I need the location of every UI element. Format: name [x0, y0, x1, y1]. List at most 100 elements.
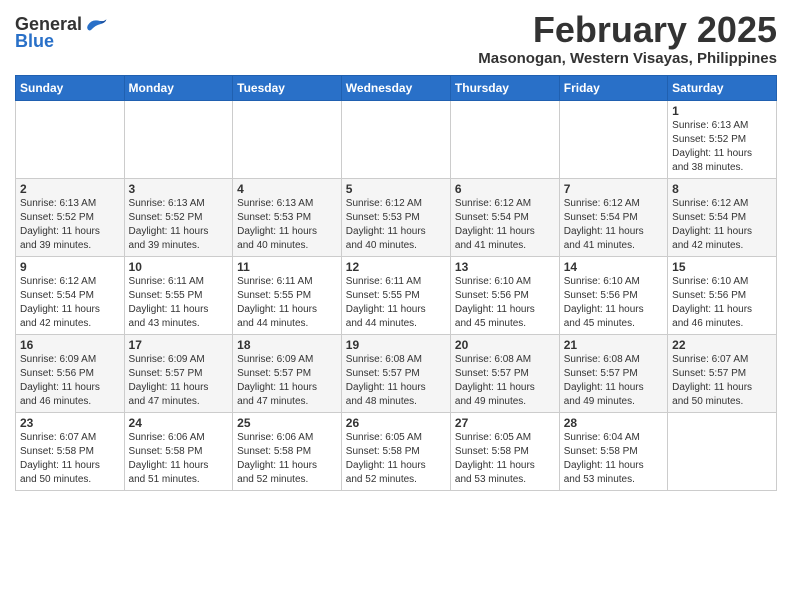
weekday-header-wednesday: Wednesday — [341, 75, 450, 100]
calendar-header-row: SundayMondayTuesdayWednesdayThursdayFrid… — [16, 75, 777, 100]
day-number: 28 — [564, 416, 663, 430]
calendar-cell: 9Sunrise: 6:12 AM Sunset: 5:54 PM Daylig… — [16, 256, 125, 334]
title-section: February 2025 Masonogan, Western Visayas… — [478, 10, 777, 67]
day-info: Sunrise: 6:12 AM Sunset: 5:54 PM Dayligh… — [455, 197, 555, 253]
day-info: Sunrise: 6:08 AM Sunset: 5:57 PM Dayligh… — [346, 353, 446, 409]
day-info: Sunrise: 6:07 AM Sunset: 5:57 PM Dayligh… — [672, 353, 772, 409]
page-subtitle: Masonogan, Western Visayas, Philippines — [478, 50, 777, 67]
day-info: Sunrise: 6:10 AM Sunset: 5:56 PM Dayligh… — [672, 275, 772, 331]
calendar-cell: 26Sunrise: 6:05 AM Sunset: 5:58 PM Dayli… — [341, 412, 450, 490]
calendar-cell: 12Sunrise: 6:11 AM Sunset: 5:55 PM Dayli… — [341, 256, 450, 334]
day-info: Sunrise: 6:12 AM Sunset: 5:54 PM Dayligh… — [672, 197, 772, 253]
day-info: Sunrise: 6:11 AM Sunset: 5:55 PM Dayligh… — [129, 275, 229, 331]
day-info: Sunrise: 6:12 AM Sunset: 5:53 PM Dayligh… — [346, 197, 446, 253]
day-info: Sunrise: 6:05 AM Sunset: 5:58 PM Dayligh… — [455, 431, 555, 487]
page-title: February 2025 — [478, 10, 777, 50]
day-number: 17 — [129, 338, 229, 352]
day-number: 10 — [129, 260, 229, 274]
week-row-4: 16Sunrise: 6:09 AM Sunset: 5:56 PM Dayli… — [16, 334, 777, 412]
day-info: Sunrise: 6:07 AM Sunset: 5:58 PM Dayligh… — [20, 431, 120, 487]
calendar-cell: 21Sunrise: 6:08 AM Sunset: 5:57 PM Dayli… — [559, 334, 667, 412]
day-number: 19 — [346, 338, 446, 352]
day-number: 12 — [346, 260, 446, 274]
day-info: Sunrise: 6:08 AM Sunset: 5:57 PM Dayligh… — [455, 353, 555, 409]
weekday-header-friday: Friday — [559, 75, 667, 100]
calendar-cell: 15Sunrise: 6:10 AM Sunset: 5:56 PM Dayli… — [668, 256, 777, 334]
calendar-cell: 22Sunrise: 6:07 AM Sunset: 5:57 PM Dayli… — [668, 334, 777, 412]
day-info: Sunrise: 6:11 AM Sunset: 5:55 PM Dayligh… — [346, 275, 446, 331]
day-number: 9 — [20, 260, 120, 274]
calendar-cell: 14Sunrise: 6:10 AM Sunset: 5:56 PM Dayli… — [559, 256, 667, 334]
calendar-cell: 4Sunrise: 6:13 AM Sunset: 5:53 PM Daylig… — [233, 178, 342, 256]
day-info: Sunrise: 6:06 AM Sunset: 5:58 PM Dayligh… — [129, 431, 229, 487]
day-number: 24 — [129, 416, 229, 430]
calendar-cell: 11Sunrise: 6:11 AM Sunset: 5:55 PM Dayli… — [233, 256, 342, 334]
calendar-cell — [450, 100, 559, 178]
day-info: Sunrise: 6:10 AM Sunset: 5:56 PM Dayligh… — [564, 275, 663, 331]
calendar-cell: 6Sunrise: 6:12 AM Sunset: 5:54 PM Daylig… — [450, 178, 559, 256]
day-info: Sunrise: 6:09 AM Sunset: 5:56 PM Dayligh… — [20, 353, 120, 409]
day-number: 13 — [455, 260, 555, 274]
day-info: Sunrise: 6:11 AM Sunset: 5:55 PM Dayligh… — [237, 275, 337, 331]
calendar-cell: 3Sunrise: 6:13 AM Sunset: 5:52 PM Daylig… — [124, 178, 233, 256]
day-number: 21 — [564, 338, 663, 352]
day-number: 6 — [455, 182, 555, 196]
week-row-1: 1Sunrise: 6:13 AM Sunset: 5:52 PM Daylig… — [16, 100, 777, 178]
calendar-table: SundayMondayTuesdayWednesdayThursdayFrid… — [15, 75, 777, 491]
weekday-header-saturday: Saturday — [668, 75, 777, 100]
day-number: 22 — [672, 338, 772, 352]
calendar-cell: 16Sunrise: 6:09 AM Sunset: 5:56 PM Dayli… — [16, 334, 125, 412]
day-number: 20 — [455, 338, 555, 352]
day-number: 16 — [20, 338, 120, 352]
logo-blue: Blue — [15, 31, 54, 52]
day-info: Sunrise: 6:13 AM Sunset: 5:52 PM Dayligh… — [672, 119, 772, 175]
day-number: 3 — [129, 182, 229, 196]
calendar-cell: 8Sunrise: 6:12 AM Sunset: 5:54 PM Daylig… — [668, 178, 777, 256]
day-number: 11 — [237, 260, 337, 274]
day-info: Sunrise: 6:09 AM Sunset: 5:57 PM Dayligh… — [129, 353, 229, 409]
calendar-cell — [124, 100, 233, 178]
day-number: 2 — [20, 182, 120, 196]
calendar-cell: 17Sunrise: 6:09 AM Sunset: 5:57 PM Dayli… — [124, 334, 233, 412]
page-header: General Blue February 2025 Masonogan, We… — [15, 10, 777, 67]
week-row-5: 23Sunrise: 6:07 AM Sunset: 5:58 PM Dayli… — [16, 412, 777, 490]
day-number: 5 — [346, 182, 446, 196]
day-info: Sunrise: 6:13 AM Sunset: 5:53 PM Dayligh… — [237, 197, 337, 253]
calendar-cell — [341, 100, 450, 178]
calendar-cell — [559, 100, 667, 178]
calendar-cell — [668, 412, 777, 490]
day-info: Sunrise: 6:09 AM Sunset: 5:57 PM Dayligh… — [237, 353, 337, 409]
day-number: 8 — [672, 182, 772, 196]
day-info: Sunrise: 6:13 AM Sunset: 5:52 PM Dayligh… — [20, 197, 120, 253]
day-number: 27 — [455, 416, 555, 430]
day-number: 1 — [672, 104, 772, 118]
calendar-cell: 28Sunrise: 6:04 AM Sunset: 5:58 PM Dayli… — [559, 412, 667, 490]
weekday-header-thursday: Thursday — [450, 75, 559, 100]
day-info: Sunrise: 6:13 AM Sunset: 5:52 PM Dayligh… — [129, 197, 229, 253]
calendar-cell: 24Sunrise: 6:06 AM Sunset: 5:58 PM Dayli… — [124, 412, 233, 490]
calendar-cell: 19Sunrise: 6:08 AM Sunset: 5:57 PM Dayli… — [341, 334, 450, 412]
calendar-cell: 25Sunrise: 6:06 AM Sunset: 5:58 PM Dayli… — [233, 412, 342, 490]
weekday-header-tuesday: Tuesday — [233, 75, 342, 100]
day-info: Sunrise: 6:08 AM Sunset: 5:57 PM Dayligh… — [564, 353, 663, 409]
day-number: 4 — [237, 182, 337, 196]
day-info: Sunrise: 6:12 AM Sunset: 5:54 PM Dayligh… — [20, 275, 120, 331]
week-row-2: 2Sunrise: 6:13 AM Sunset: 5:52 PM Daylig… — [16, 178, 777, 256]
day-info: Sunrise: 6:04 AM Sunset: 5:58 PM Dayligh… — [564, 431, 663, 487]
calendar-cell: 23Sunrise: 6:07 AM Sunset: 5:58 PM Dayli… — [16, 412, 125, 490]
calendar-cell: 27Sunrise: 6:05 AM Sunset: 5:58 PM Dayli… — [450, 412, 559, 490]
day-number: 15 — [672, 260, 772, 274]
day-number: 23 — [20, 416, 120, 430]
day-info: Sunrise: 6:10 AM Sunset: 5:56 PM Dayligh… — [455, 275, 555, 331]
day-info: Sunrise: 6:05 AM Sunset: 5:58 PM Dayligh… — [346, 431, 446, 487]
calendar-cell: 18Sunrise: 6:09 AM Sunset: 5:57 PM Dayli… — [233, 334, 342, 412]
calendar-cell: 2Sunrise: 6:13 AM Sunset: 5:52 PM Daylig… — [16, 178, 125, 256]
calendar-cell: 7Sunrise: 6:12 AM Sunset: 5:54 PM Daylig… — [559, 178, 667, 256]
day-number: 18 — [237, 338, 337, 352]
calendar-cell: 5Sunrise: 6:12 AM Sunset: 5:53 PM Daylig… — [341, 178, 450, 256]
day-number: 7 — [564, 182, 663, 196]
logo: General Blue — [15, 14, 108, 52]
day-info: Sunrise: 6:06 AM Sunset: 5:58 PM Dayligh… — [237, 431, 337, 487]
calendar-cell: 20Sunrise: 6:08 AM Sunset: 5:57 PM Dayli… — [450, 334, 559, 412]
day-number: 14 — [564, 260, 663, 274]
